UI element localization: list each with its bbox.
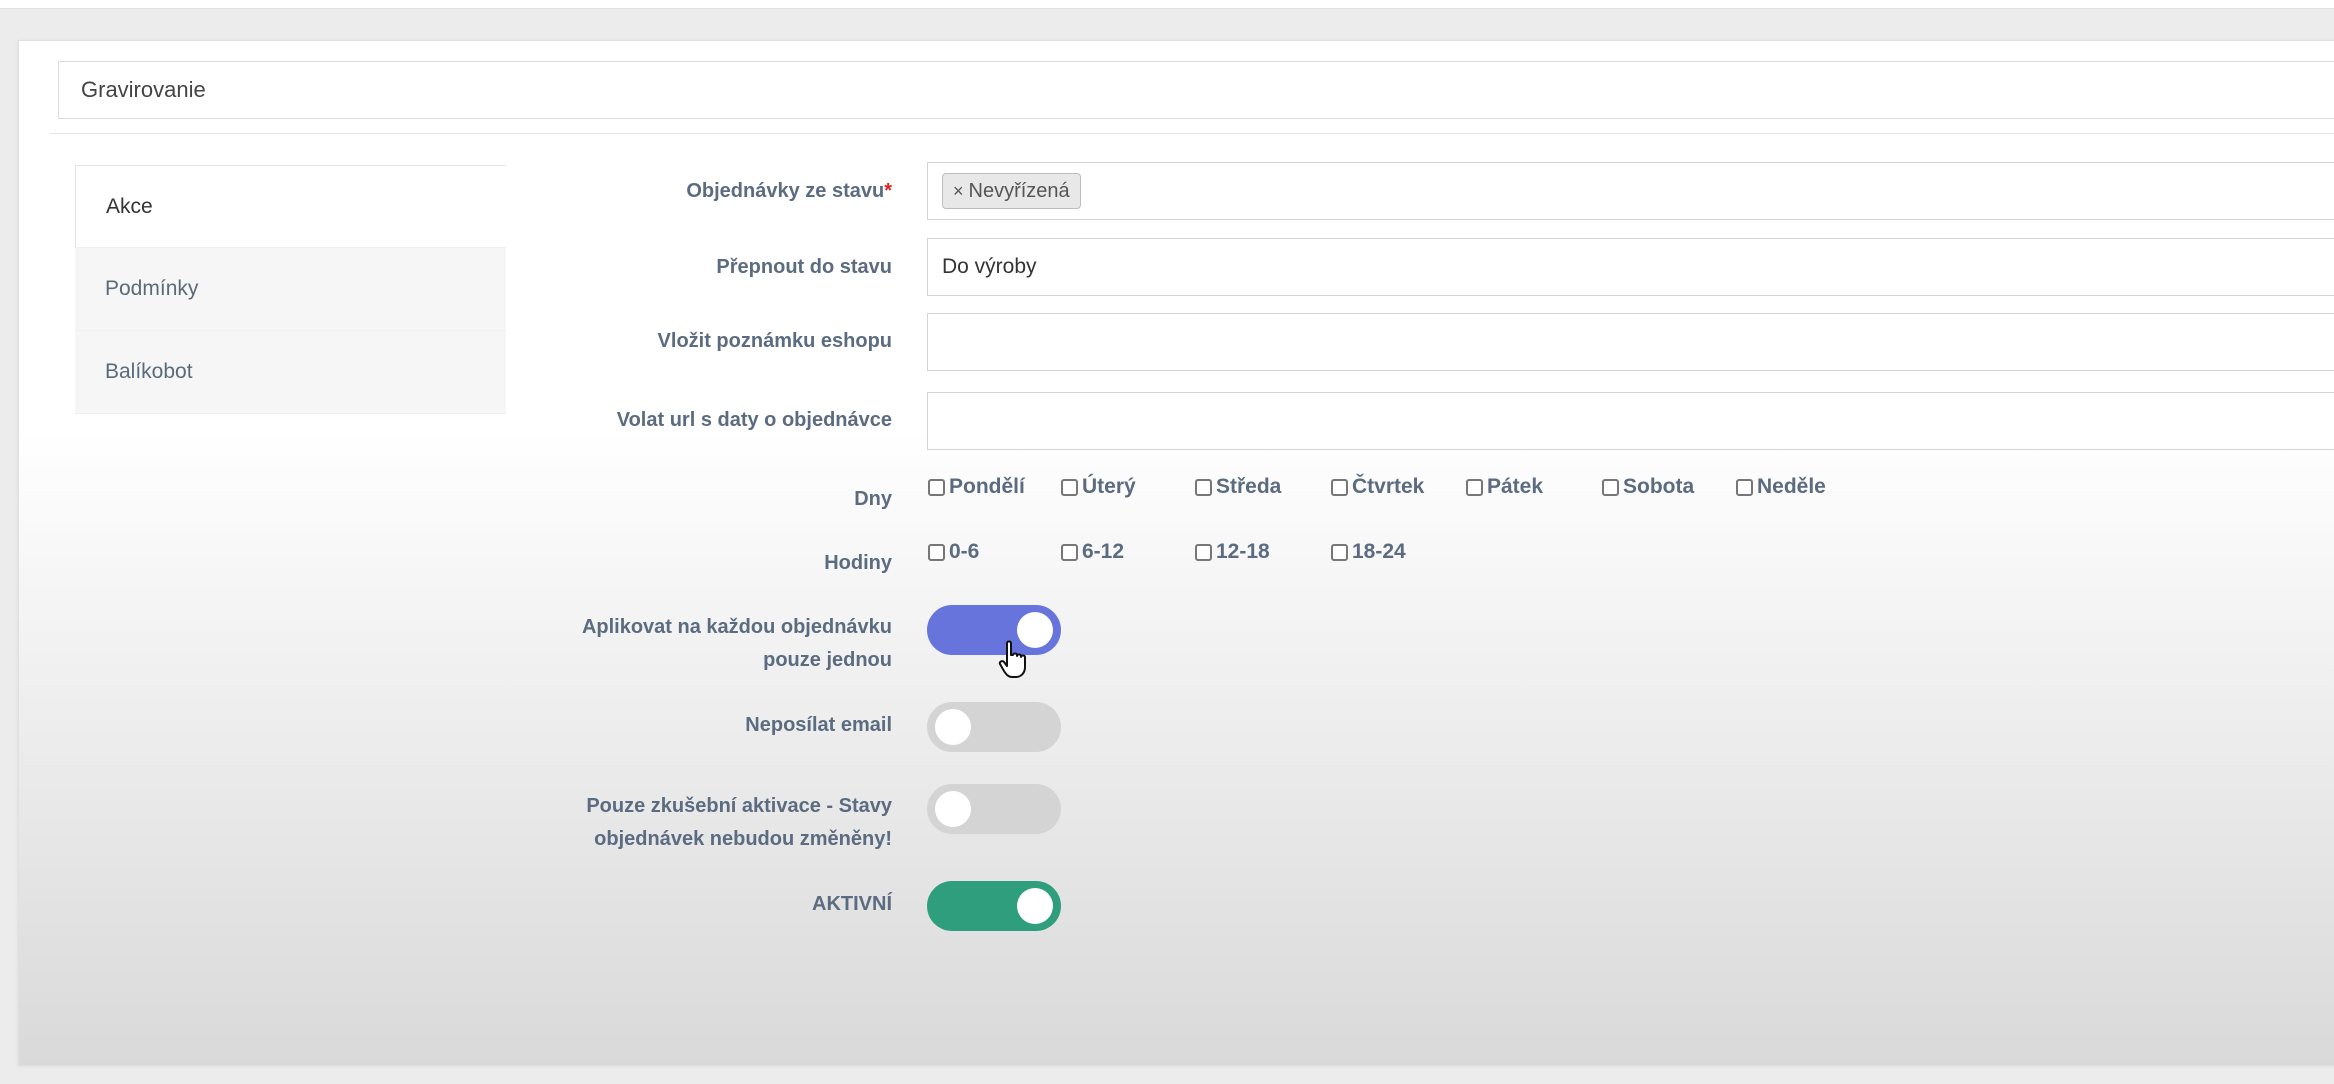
checkbox-icon[interactable] <box>1602 478 1619 496</box>
toggle-knob <box>935 791 971 827</box>
switch-state-select[interactable]: Do výroby <box>927 238 2334 296</box>
hour-checkbox-12-18[interactable]: 12-18 <box>1195 540 1270 564</box>
top-bar <box>0 0 2334 9</box>
no-email-toggle[interactable] <box>927 702 1061 752</box>
required-mark: * <box>884 180 892 202</box>
hour-checkbox-18-24[interactable]: 18-24 <box>1331 540 1406 564</box>
insert-note-label: Vložit poznámku eshopu <box>657 330 892 352</box>
tag-label: Nevyřízená <box>968 179 1070 202</box>
apply-once-label: Aplikovat na každou objednávku pouze jedn… <box>581 616 892 671</box>
day-checkbox-patek[interactable]: Pátek <box>1466 475 1543 499</box>
test-only-toggle[interactable] <box>927 784 1061 834</box>
hour-checkbox-0-6[interactable]: 0-6 <box>928 540 979 564</box>
hand-cursor-icon <box>998 640 1026 678</box>
tab-balikobot-label: Balíkobot <box>105 360 193 383</box>
day-checkbox-nedele[interactable]: Neděle <box>1736 475 1826 499</box>
checkbox-icon[interactable] <box>1195 478 1212 496</box>
test-only-label: Pouze zkušební aktivace - Stavy objednáve… <box>586 795 892 850</box>
active-label: AKTIVNÍ <box>812 893 892 915</box>
checkbox-icon[interactable] <box>928 543 945 561</box>
checkbox-icon[interactable] <box>928 478 945 496</box>
tab-podminky[interactable]: Podmínky <box>75 248 506 331</box>
day-checkbox-utery[interactable]: Úterý <box>1061 475 1136 499</box>
call-url-input[interactable] <box>927 392 2334 450</box>
checkbox-icon[interactable] <box>1061 543 1078 561</box>
call-url-label: Volat url s daty o objednávce <box>616 409 892 431</box>
checkbox-icon[interactable] <box>1736 478 1753 496</box>
toggle-knob <box>1017 888 1053 924</box>
no-email-label: Neposílat email <box>745 714 892 736</box>
orders-from-state-label: Objednávky ze stavu* <box>686 180 892 202</box>
checkbox-icon[interactable] <box>1466 478 1483 496</box>
apply-once-toggle[interactable] <box>927 605 1061 655</box>
checkbox-icon[interactable] <box>1331 543 1348 561</box>
days-label: Dny <box>854 488 892 510</box>
hour-checkbox-6-12[interactable]: 6-12 <box>1061 540 1124 564</box>
insert-note-input[interactable] <box>927 313 2334 371</box>
tag-remove-icon[interactable]: × <box>953 181 964 202</box>
checkbox-icon[interactable] <box>1195 543 1212 561</box>
day-checkbox-ctvrtek[interactable]: Čtvrtek <box>1331 475 1424 499</box>
rule-name-field[interactable]: Gravirovanie <box>58 61 2334 119</box>
day-checkbox-sobota[interactable]: Sobota <box>1602 475 1694 499</box>
tab-list: Akce Podmínky Balíkobot <box>75 165 506 414</box>
tab-podminky-label: Podmínky <box>105 277 199 300</box>
rule-name-value: Gravirovanie <box>81 77 206 102</box>
checkbox-icon[interactable] <box>1331 478 1348 496</box>
orders-from-state-input[interactable]: × Nevyřízená <box>927 162 2334 220</box>
switch-state-label: Přepnout do stavu <box>716 256 892 278</box>
switch-state-value: Do výroby <box>942 255 1037 278</box>
hours-label: Hodiny <box>824 552 892 574</box>
toggle-knob <box>935 709 971 745</box>
active-toggle[interactable] <box>927 881 1061 931</box>
day-checkbox-streda[interactable]: Středa <box>1195 475 1281 499</box>
divider <box>50 133 2334 134</box>
status-tag[interactable]: × Nevyřízená <box>942 173 1081 209</box>
checkbox-icon[interactable] <box>1061 478 1078 496</box>
tab-akce-label: Akce <box>106 194 153 218</box>
tab-balikobot[interactable]: Balíkobot <box>75 331 506 414</box>
tab-akce[interactable]: Akce <box>75 165 506 248</box>
day-checkbox-pondeli[interactable]: Pondělí <box>928 475 1025 499</box>
